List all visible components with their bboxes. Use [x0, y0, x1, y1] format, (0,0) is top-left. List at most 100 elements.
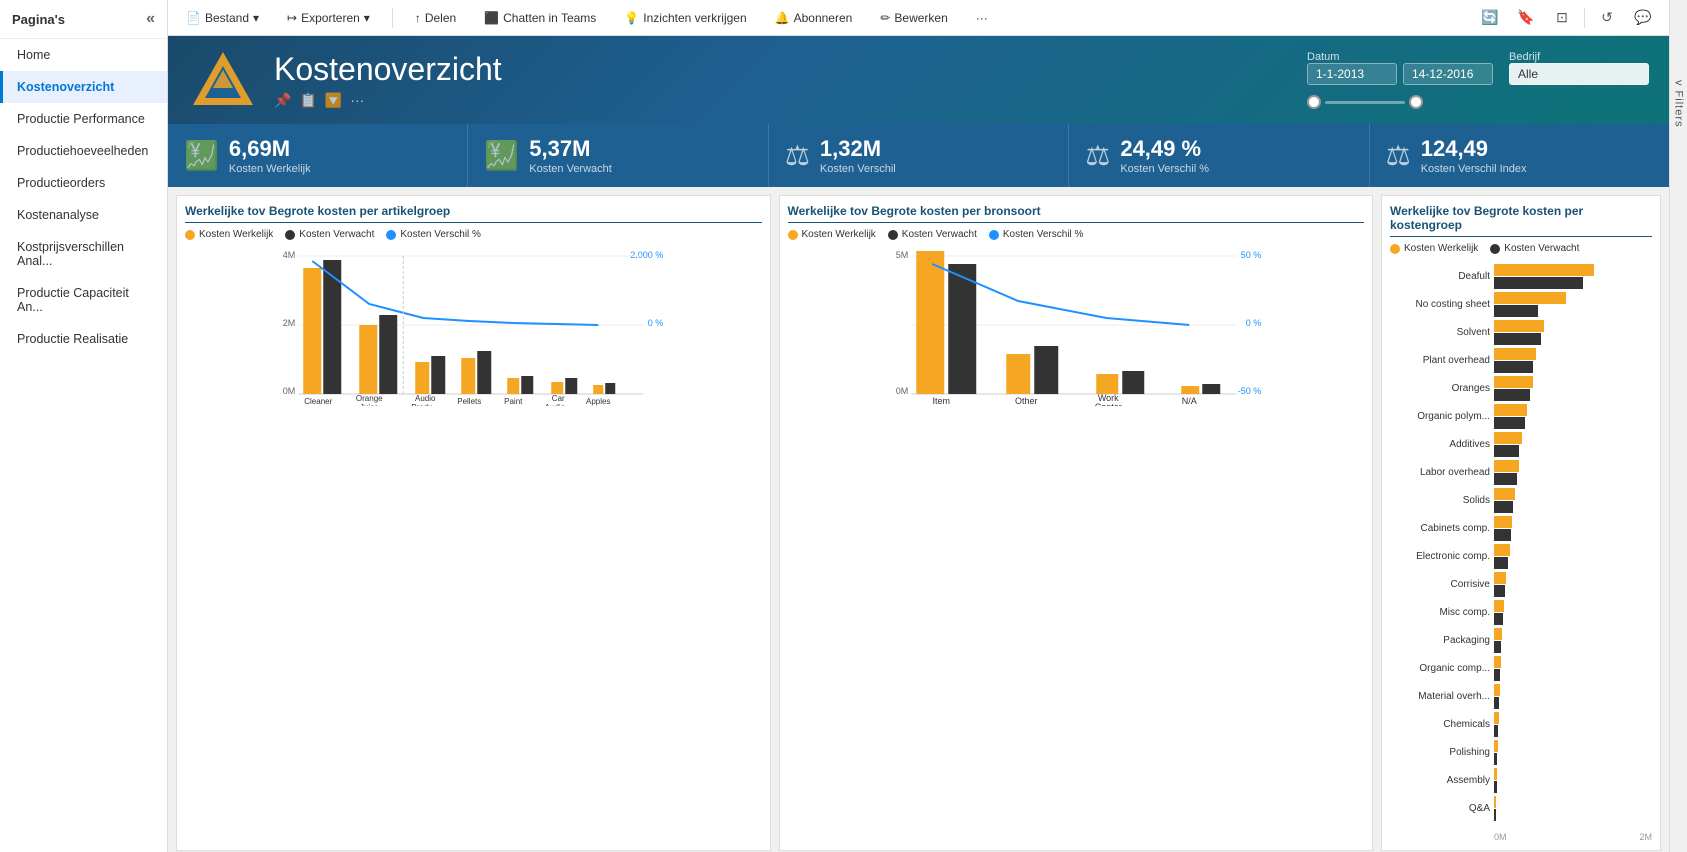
hbar-row: Assembly	[1390, 768, 1652, 793]
toolbar-more[interactable]: ···	[970, 8, 994, 28]
svg-text:Item: Item	[932, 396, 950, 406]
sidebar-item-productiehoeveelheden[interactable]: Productiehoeveelheden	[0, 135, 167, 167]
undo-icon[interactable]: ↺	[1593, 4, 1621, 32]
hbar-row: Polishing	[1390, 740, 1652, 765]
hbar-row: Electronic comp.	[1390, 544, 1652, 569]
kpi-label: Kosten Werkelijk	[229, 163, 311, 175]
hbar-row: Corrisive	[1390, 572, 1652, 597]
date-slider[interactable]	[1307, 95, 1649, 109]
pin-icon[interactable]: 📌	[274, 92, 291, 109]
banner: Kostenoverzicht 📌 📋 🔽 ··· Datum	[168, 36, 1669, 124]
toolbar-abonneren[interactable]: 🔔 Abonneren	[769, 8, 859, 28]
svg-text:Pellets: Pellets	[457, 397, 481, 406]
chart1-svg: 4M 2M 0M 2.000 % 0 %	[185, 246, 762, 406]
teams-icon: ⬛	[484, 11, 499, 25]
hbar-orange-bar	[1494, 600, 1504, 612]
hbar-label: Deafult	[1390, 271, 1490, 282]
svg-text:2.000 %: 2.000 %	[630, 250, 663, 260]
expand-icon[interactable]: ⊡	[1548, 4, 1576, 32]
chart3-axis-labels: 0M 2M	[1390, 832, 1652, 842]
hbar-black-bar	[1494, 781, 1497, 793]
filter-icon[interactable]: 🔽	[325, 92, 342, 109]
hbar-label: Chemicals	[1390, 719, 1490, 730]
svg-text:0 %: 0 %	[648, 318, 664, 328]
hbar-label: Corrisive	[1390, 579, 1490, 590]
sidebar-item-kostenanalyse[interactable]: Kostenanalyse	[0, 199, 167, 231]
slider-handle-right[interactable]	[1409, 95, 1423, 109]
sidebar-collapse-button[interactable]: «	[146, 10, 155, 28]
kpi-kosten-verschil-index: ⚖ 124,49 Kosten Verschil Index	[1370, 124, 1669, 187]
sidebar-item-kostprijsverschillen[interactable]: Kostprijsverschillen Anal...	[0, 231, 167, 277]
toolbar-bewerken[interactable]: ✏ Bewerken	[874, 8, 953, 28]
kpi-row: 💹 6,69M Kosten Werkelijk 💹 5,37M Kosten …	[168, 124, 1669, 187]
hbar-label: Solvent	[1390, 327, 1490, 338]
hbar-label: Electronic comp.	[1390, 551, 1490, 562]
toolbar-exporteren[interactable]: ↦ Exporteren ▾	[281, 8, 376, 28]
kpi-icon: ⚖	[1386, 139, 1411, 172]
banner-title: Kostenoverzicht	[274, 51, 1291, 88]
kpi-value: 6,69M	[229, 136, 311, 162]
hbar-label: Organic comp...	[1390, 663, 1490, 674]
hbar-label: No costing sheet	[1390, 299, 1490, 310]
subscribe-icon: 🔔	[775, 11, 790, 25]
kpi-label: Kosten Verschil %	[1120, 163, 1209, 175]
toolbar-chatten[interactable]: ⬛ Chatten in Teams	[478, 8, 602, 28]
kpi-value: 24,49 %	[1120, 136, 1209, 162]
chart1-title: Werkelijke tov Begrote kosten per artike…	[185, 204, 762, 223]
chart3-title: Werkelijke tov Begrote kosten per kosten…	[1390, 204, 1652, 237]
legend2-verschil-pct: Kosten Verschil %	[989, 229, 1084, 240]
hbar-row: Oranges	[1390, 376, 1652, 401]
svg-text:Audio: Audio	[415, 394, 436, 403]
svg-text:2M: 2M	[283, 318, 296, 328]
sidebar-item-productie-performance[interactable]: Productie Performance	[0, 103, 167, 135]
date-to-input[interactable]	[1403, 63, 1493, 85]
legend3-dot-black	[1490, 244, 1500, 254]
banner-controls: Datum Bedrijf Alle	[1307, 51, 1649, 109]
comment-icon[interactable]: 💬	[1629, 4, 1657, 32]
hbar-black-bar	[1494, 277, 1583, 289]
hbar-orange-bar	[1494, 712, 1499, 724]
hbar-orange-bar	[1494, 656, 1501, 668]
edit-icon: ✏	[880, 11, 890, 25]
toolbar-bestand[interactable]: 📄 Bestand ▾	[180, 8, 265, 28]
hbar-orange-bar	[1494, 320, 1544, 332]
legend-verschil-pct: Kosten Verschil %	[386, 229, 481, 240]
toolbar-separator	[392, 8, 393, 28]
legend-dot-black	[285, 230, 295, 240]
charts-area: Werkelijke tov Begrote kosten per artike…	[168, 187, 1669, 852]
date-from-input[interactable]	[1307, 63, 1397, 85]
sidebar-item-productieorders[interactable]: Productieorders	[0, 167, 167, 199]
sidebar-item-productie-realisatie[interactable]: Productie Realisatie	[0, 323, 167, 355]
sidebar-item-home[interactable]: Home	[0, 39, 167, 71]
filter-sidebar[interactable]: v Filters	[1669, 0, 1687, 852]
more-icon[interactable]: ···	[350, 92, 364, 109]
toolbar-delen[interactable]: ↑ Delen	[409, 8, 462, 28]
slider-handle-left[interactable]	[1307, 95, 1321, 109]
legend2-werkelijk: Kosten Werkelijk	[788, 229, 876, 240]
hbar-row: Organic comp...	[1390, 656, 1652, 681]
hbar-row: Packaging	[1390, 628, 1652, 653]
kpi-label: Kosten Verschil Index	[1421, 163, 1527, 175]
company-select[interactable]: Alle	[1509, 63, 1649, 85]
svg-text:Center: Center	[1094, 402, 1121, 406]
hbar-row: Q&A	[1390, 796, 1652, 821]
sidebar-item-productie-capaciteit[interactable]: Productie Capaciteit An...	[0, 277, 167, 323]
hbar-black-bar	[1494, 557, 1508, 569]
hbar-black-bar	[1494, 389, 1530, 401]
hbar-black-bar	[1494, 585, 1505, 597]
refresh-icon[interactable]: 🔄	[1476, 4, 1504, 32]
sidebar-item-kostenoverzicht[interactable]: Kostenoverzicht	[0, 71, 167, 103]
hbar-black-bar	[1494, 473, 1517, 485]
main-content: 📄 Bestand ▾ ↦ Exporteren ▾ ↑ Delen ⬛ Cha…	[168, 0, 1669, 852]
hbar-label: Assembly	[1390, 775, 1490, 786]
copy-icon[interactable]: 📋	[299, 92, 316, 109]
bookmark-icon[interactable]: 🔖	[1512, 4, 1540, 32]
chart2-title: Werkelijke tov Begrote kosten per bronso…	[788, 204, 1365, 223]
kpi-kosten-werkelijk: 💹 6,69M Kosten Werkelijk	[168, 124, 468, 187]
kpi-kosten-verschil-pct: ⚖ 24,49 % Kosten Verschil %	[1069, 124, 1369, 187]
svg-text:Juice: Juice	[360, 403, 379, 406]
chevron-down-icon: ▾	[364, 11, 370, 25]
toolbar-inzichten[interactable]: 💡 Inzichten verkrijgen	[618, 8, 752, 28]
company-label: Bedrijf	[1509, 51, 1649, 63]
date-label: Datum	[1307, 51, 1493, 63]
